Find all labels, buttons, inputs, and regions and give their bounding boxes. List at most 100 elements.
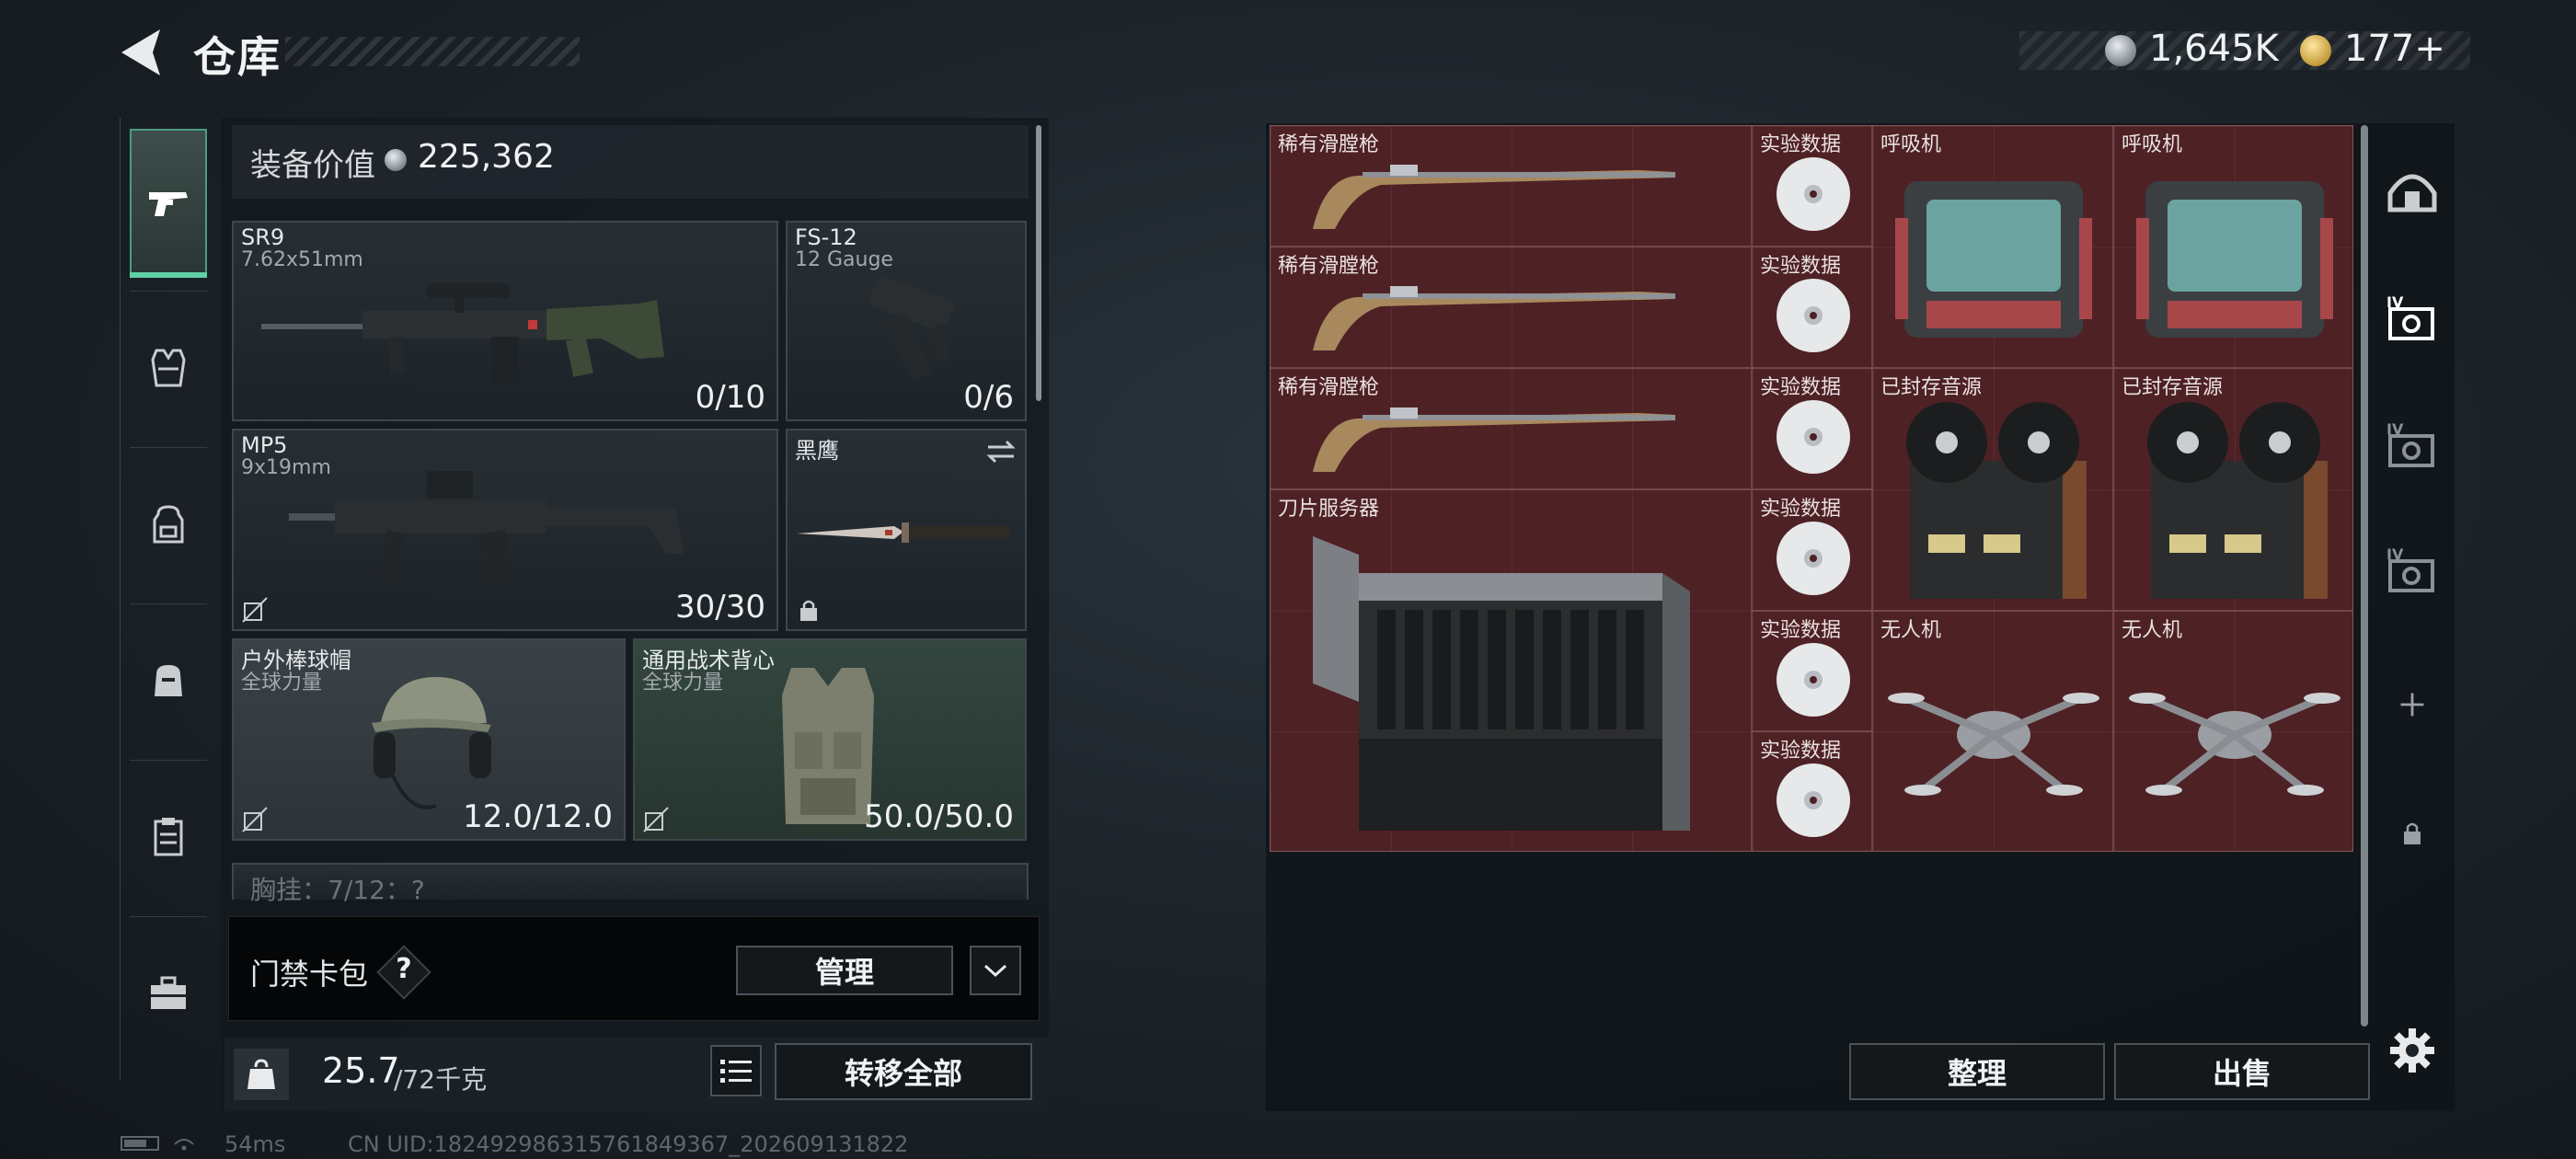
rail-item-clipboard[interactable] bbox=[130, 773, 207, 901]
storage-item[interactable]: 已封存音源 bbox=[1872, 368, 2113, 611]
weight-max: /72千克 bbox=[394, 1064, 488, 1095]
melee-slot[interactable]: 黑鹰 bbox=[786, 429, 1027, 631]
armor-icon bbox=[151, 349, 186, 387]
smg-weapon-slot[interactable]: MP5 9x19mm 30/30 bbox=[232, 429, 778, 631]
ventilator-image bbox=[2136, 181, 2333, 338]
item-name: 呼吸机 bbox=[1880, 133, 1942, 156]
reel-recorder-image bbox=[1906, 402, 2087, 599]
storage-item[interactable]: 实验数据 bbox=[1752, 731, 1872, 852]
storage-item[interactable]: 呼吸机 bbox=[2113, 125, 2353, 368]
storage-item[interactable]: 已封存音源 bbox=[2113, 368, 2353, 611]
sort-button[interactable]: 整理 bbox=[1849, 1043, 2105, 1100]
smg-image bbox=[289, 471, 684, 590]
storage-scrollbar[interactable] bbox=[2361, 125, 2368, 1027]
slot-subtitle: 全球力量 bbox=[241, 671, 323, 694]
disc-image bbox=[1777, 400, 1850, 474]
chevron-down-icon bbox=[983, 964, 1007, 978]
weight-icon bbox=[234, 1049, 289, 1100]
blade-server-image bbox=[1313, 536, 1690, 831]
sell-button[interactable]: 出售 bbox=[2114, 1043, 2370, 1100]
slot-name: MP5 bbox=[241, 432, 288, 458]
back-button[interactable] bbox=[118, 28, 164, 77]
rail-item-armor[interactable] bbox=[130, 304, 207, 432]
rail-item-weapons[interactable] bbox=[130, 129, 207, 278]
storage-tab-1[interactable]: IV bbox=[2379, 285, 2445, 351]
storage-item[interactable]: 稀有滑膛枪 bbox=[1270, 368, 1752, 489]
swap-icon[interactable] bbox=[984, 438, 1018, 465]
vault-iv-icon: IV bbox=[2386, 420, 2434, 467]
durability: 50.0/50.0 bbox=[864, 798, 1014, 835]
storage-tab-2[interactable]: IV bbox=[2379, 412, 2445, 478]
storage-item[interactable]: 实验数据 bbox=[1752, 125, 1872, 247]
keycard-dropdown-button[interactable] bbox=[970, 946, 1021, 995]
helmet-slot[interactable]: 户外棒球帽 全球力量 12.0/12.0 bbox=[232, 638, 626, 841]
manage-button[interactable]: 管理 bbox=[736, 946, 953, 995]
no-insurance-icon bbox=[643, 807, 669, 832]
item-name: 无人机 bbox=[2122, 619, 2183, 642]
settings-button[interactable] bbox=[2385, 1023, 2440, 1078]
rail-item-backpack[interactable] bbox=[130, 460, 207, 589]
rail-item-bag[interactable] bbox=[130, 616, 207, 745]
list-view-button[interactable] bbox=[710, 1045, 762, 1096]
loadout-scrollbar[interactable] bbox=[1036, 125, 1041, 401]
vault-iv-icon: IV bbox=[2386, 545, 2434, 592]
list-icon bbox=[720, 1060, 752, 1083]
silver-coin-icon bbox=[385, 149, 407, 171]
silver-currency-amount[interactable]: 1,645K bbox=[2149, 28, 2279, 70]
knife-image bbox=[797, 522, 1010, 543]
storage-item[interactable]: 无人机 bbox=[1872, 611, 2113, 852]
reel-recorder-image bbox=[2147, 402, 2328, 599]
rail-divider bbox=[130, 291, 207, 292]
gold-currency-amount[interactable]: 177+ bbox=[2344, 28, 2445, 70]
user-uid: CN UID:1824929863157618493​67_2026091318… bbox=[348, 1131, 909, 1157]
slot-subtitle: 全球力量 bbox=[642, 671, 724, 694]
storage-item[interactable]: 刀片服务器 bbox=[1270, 489, 1752, 852]
musket-image bbox=[1313, 286, 1675, 350]
slot-name: 黑鹰 bbox=[795, 438, 839, 464]
storage-item[interactable]: 实验数据 bbox=[1752, 247, 1872, 368]
toolbox-icon bbox=[151, 976, 186, 1009]
rail-divider bbox=[130, 603, 207, 604]
storage-tab-main[interactable] bbox=[2379, 156, 2445, 223]
disc-image bbox=[1777, 522, 1850, 595]
rifle-image bbox=[261, 283, 664, 383]
silver-coin-icon bbox=[2105, 35, 2136, 66]
storage-item[interactable]: 实验数据 bbox=[1752, 489, 1872, 611]
home-vault-icon bbox=[2387, 174, 2437, 212]
gear-icon bbox=[2390, 1028, 2434, 1073]
storage-item[interactable]: 呼吸机 bbox=[1872, 125, 2113, 368]
equipment-value-label: 装备价值 bbox=[250, 147, 375, 184]
page-title: 仓库 bbox=[193, 32, 282, 82]
rail-divider bbox=[130, 447, 207, 448]
primary-weapon-slot[interactable]: SR9 7.62x51mm 0/10 bbox=[232, 221, 778, 421]
no-insurance-icon bbox=[242, 807, 268, 832]
lock-icon bbox=[2404, 822, 2421, 844]
keycard-label: 门禁卡包 bbox=[250, 957, 369, 992]
item-name: 无人机 bbox=[1880, 619, 1942, 642]
battery-icon bbox=[121, 1136, 194, 1151]
transfer-all-button[interactable]: 转移全部 bbox=[775, 1043, 1032, 1100]
drone-image bbox=[2129, 693, 2340, 796]
disc-image bbox=[1777, 279, 1850, 352]
storage-item[interactable]: 无人机 bbox=[2113, 611, 2353, 852]
storage-item[interactable]: 稀有滑膛枪 bbox=[1270, 125, 1752, 247]
rail-item-toolbox[interactable] bbox=[130, 929, 207, 1058]
battery-wifi-status bbox=[120, 1131, 212, 1159]
storage-tab-3[interactable]: IV bbox=[2379, 537, 2445, 603]
lock-icon bbox=[800, 600, 817, 621]
musket-image bbox=[1313, 407, 1675, 472]
ammo-count: 30/30 bbox=[675, 589, 765, 625]
clipboard-icon bbox=[154, 818, 183, 856]
pistol-icon bbox=[149, 192, 188, 216]
armor-vest-slot[interactable]: 通用战术背心 全球力量 50.0/50.0 bbox=[633, 638, 1027, 841]
add-storage-tab-button[interactable] bbox=[2379, 671, 2445, 738]
secondary-weapon-slot[interactable]: FS-12 12 Gauge 0/6 bbox=[786, 221, 1027, 421]
equipment-value: 225,362 bbox=[418, 138, 555, 176]
storage-item[interactable]: 实验数据 bbox=[1752, 368, 1872, 489]
locked-storage-tab[interactable] bbox=[2379, 800, 2445, 866]
backpack-icon bbox=[153, 505, 184, 544]
storage-item[interactable]: 稀有滑膛枪 bbox=[1270, 247, 1752, 368]
no-insurance-icon bbox=[242, 597, 268, 623]
ammo-count: 0/6 bbox=[963, 379, 1014, 416]
storage-item[interactable]: 实验数据 bbox=[1752, 611, 1872, 731]
